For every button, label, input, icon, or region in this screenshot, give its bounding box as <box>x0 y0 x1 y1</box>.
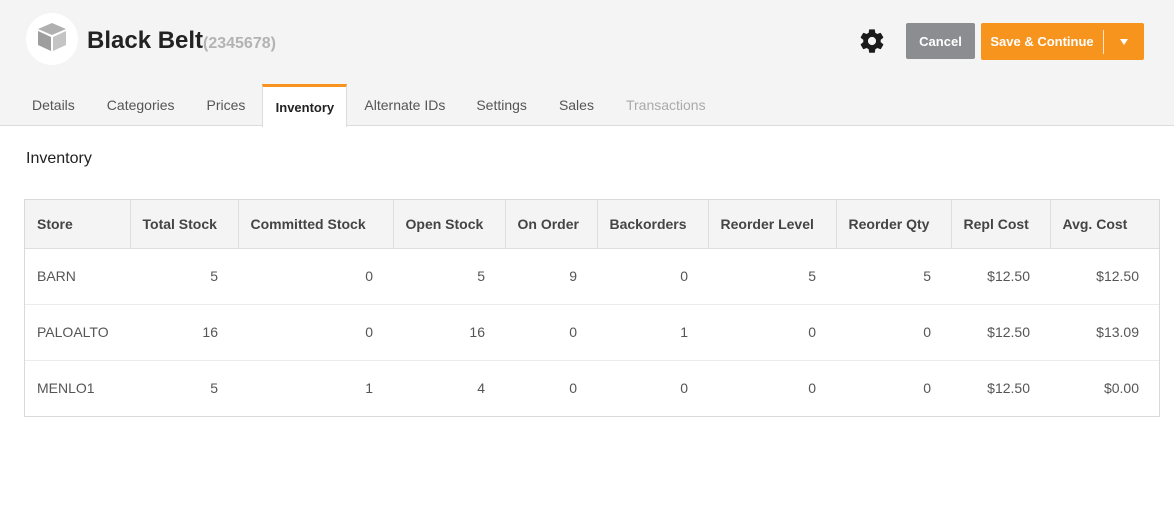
column-header[interactable]: Reorder Level <box>708 200 837 249</box>
table-cell: $12.50 <box>987 268 1030 284</box>
tab-transactions: Transactions <box>625 97 706 113</box>
table-cell: 0 <box>365 324 373 340</box>
save-continue-button[interactable]: Save & Continue <box>981 23 1144 60</box>
table-cell: 16 <box>469 324 485 340</box>
column-header[interactable]: Committed Stock <box>238 200 394 249</box>
table-cell: 4 <box>477 380 485 397</box>
tab-categories[interactable]: Categories <box>107 84 175 126</box>
table-cell: 0 <box>569 380 577 397</box>
tab-details[interactable]: Details <box>32 84 75 126</box>
table-row: MENLO1 5 1 4 0 0 0 0 $12.50 $0.00 <box>25 360 1159 416</box>
reorder-qty-cell[interactable]: 5 <box>836 248 951 304</box>
table-cell: $12.50 <box>987 380 1030 397</box>
caret-down-icon[interactable] <box>1104 38 1144 46</box>
column-header[interactable]: Reorder Qty <box>836 200 952 249</box>
inventory-table: Store Total Stock Committed Stock Open S… <box>24 199 1160 417</box>
table-cell: 9 <box>569 268 577 284</box>
table-cell: 5 <box>477 268 485 284</box>
table-cell: 0 <box>365 268 373 284</box>
table-cell: $12.50 <box>1096 268 1139 284</box>
store-cell: BARN <box>37 268 76 284</box>
product-id: (2345678) <box>203 35 276 52</box>
reorder-qty-cell[interactable]: 0 <box>836 304 951 360</box>
table-row: BARN 5 0 5 9 0 5 5 $12.50 $12.50 <box>25 248 1159 304</box>
column-header[interactable]: Avg. Cost <box>1050 200 1159 249</box>
tab-settings[interactable]: Settings <box>476 84 527 126</box>
table-cell: 0 <box>680 380 688 397</box>
tab-prices[interactable]: Prices <box>207 84 246 126</box>
table-cell: $13.09 <box>1096 324 1139 340</box>
table-cell: 0 <box>569 324 577 340</box>
tab-bar: Details Categories Prices Inventory Alte… <box>0 84 706 127</box>
tab-alternate-ids[interactable]: Alternate IDs <box>364 84 445 126</box>
store-cell: MENLO1 <box>37 380 95 397</box>
table-cell: $12.50 <box>987 324 1030 340</box>
tab-inventory[interactable]: Inventory <box>262 84 348 127</box>
reorder-qty-cell[interactable]: 0 <box>836 360 951 416</box>
table-cell: 5 <box>210 380 218 397</box>
section-title: Inventory <box>26 150 92 167</box>
table-cell: 5 <box>210 268 218 284</box>
save-continue-label[interactable]: Save & Continue <box>981 34 1103 49</box>
product-header: Black Belt (2345678) Cancel Save & Conti… <box>0 0 1174 127</box>
column-header[interactable]: Backorders <box>597 200 709 249</box>
tab-sales[interactable]: Sales <box>559 84 594 126</box>
table-cell: 16 <box>202 324 218 340</box>
reorder-level-cell[interactable]: 0 <box>708 304 836 360</box>
table-cell: 0 <box>680 268 688 284</box>
product-avatar <box>26 13 78 65</box>
column-header[interactable]: Open Stock <box>393 200 506 249</box>
store-cell: PALOALTO <box>37 324 109 340</box>
table-cell: $0.00 <box>1103 380 1139 397</box>
table-cell: 1 <box>365 380 373 397</box>
cancel-button[interactable]: Cancel <box>906 23 975 59</box>
table-cell: 1 <box>680 324 688 340</box>
box-icon <box>35 20 69 59</box>
table-header-row: Store Total Stock Committed Stock Open S… <box>25 200 1159 249</box>
column-header[interactable]: Total Stock <box>130 200 239 249</box>
gear-icon[interactable] <box>858 27 886 55</box>
table-row: PALOALTO 16 0 16 0 1 0 0 $12.50 $13.09 <box>25 304 1159 360</box>
page-title: Black Belt <box>87 27 204 54</box>
reorder-level-cell[interactable]: 0 <box>708 360 836 416</box>
column-header[interactable]: Store <box>25 200 131 249</box>
reorder-level-cell[interactable]: 5 <box>708 248 836 304</box>
column-header[interactable]: Repl Cost <box>951 200 1051 249</box>
column-header[interactable]: On Order <box>505 200 598 249</box>
